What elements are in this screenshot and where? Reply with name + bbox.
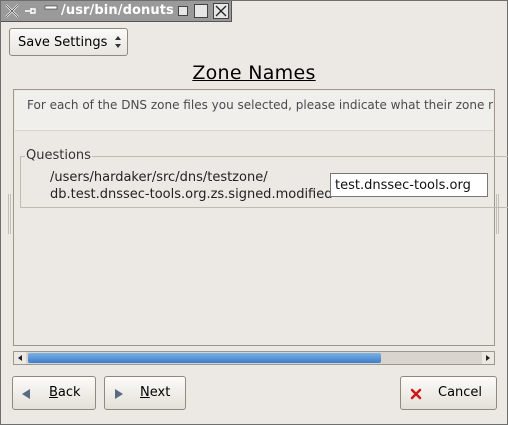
scroll-left-icon[interactable] — [14, 352, 26, 364]
horizontal-scrollbar[interactable] — [13, 351, 495, 365]
application-window: /usr/bin/donuts Save Settings Zone Names… — [0, 0, 508, 425]
close-icon[interactable] — [213, 3, 229, 19]
back-button-label: Back — [49, 385, 81, 400]
page-title: Zone Names — [192, 62, 316, 84]
pin-icon[interactable] — [23, 3, 39, 19]
questions-frame: Questions /users/hardaker/src/dns/testzo… — [20, 148, 508, 208]
window-titlebar[interactable]: /usr/bin/donuts — [1, 1, 232, 22]
x-icon[interactable] — [4, 3, 20, 19]
next-button-label: Next — [140, 385, 171, 400]
maximize-icon[interactable] — [194, 4, 208, 18]
next-button[interactable]: Next — [104, 376, 186, 410]
triangle-right-icon — [115, 389, 123, 399]
save-settings-combo[interactable]: Save Settings — [9, 28, 128, 56]
triangle-left-icon — [22, 389, 30, 399]
questions-legend: Questions — [25, 148, 92, 163]
zone-file-path: /users/hardaker/src/dns/testzone/ db.tes… — [50, 169, 333, 203]
back-button[interactable]: Back — [12, 376, 96, 410]
zone-file-path-line1: /users/hardaker/src/dns/testzone/ — [50, 170, 268, 185]
left-resize-grip-icon[interactable] — [8, 194, 12, 234]
minimize-icon[interactable] — [178, 6, 188, 16]
save-settings-label: Save Settings — [18, 35, 108, 50]
right-resize-grip-icon[interactable] — [496, 194, 500, 234]
cancel-button-label: Cancel — [438, 385, 483, 400]
updown-arrows-icon — [115, 36, 121, 48]
window-title: /usr/bin/donuts — [61, 3, 174, 18]
zone-file-path-line2: db.test.dnssec-tools.org.zs.signed.modif… — [50, 187, 333, 202]
shade-icon[interactable] — [43, 3, 59, 19]
content-panel: For each of the DNS zone files you selec… — [13, 89, 508, 346]
red-x-icon — [410, 388, 422, 400]
description-text: For each of the DNS zone files you selec… — [27, 98, 493, 112]
scrollbar-thumb[interactable] — [28, 353, 381, 363]
scroll-right-icon[interactable] — [482, 352, 494, 364]
zone-name-input[interactable] — [330, 173, 488, 197]
cancel-button[interactable]: Cancel — [400, 376, 497, 410]
description-box: For each of the DNS zone files you selec… — [15, 91, 493, 131]
